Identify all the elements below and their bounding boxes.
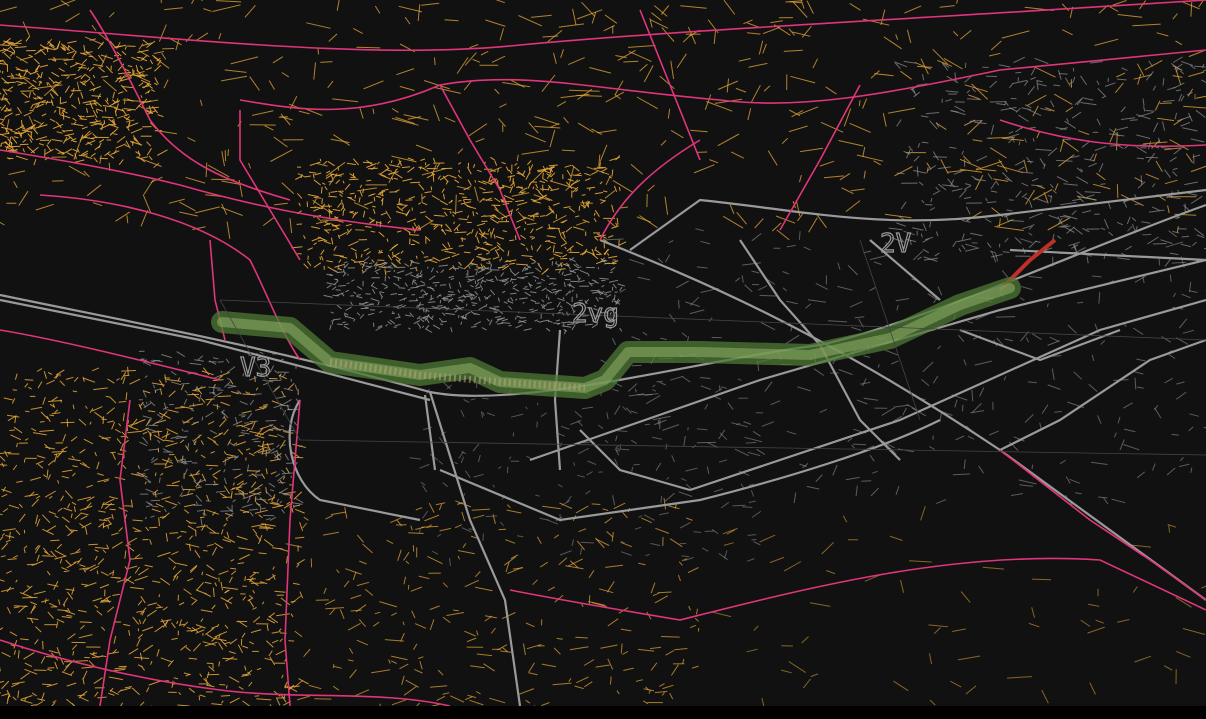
survey-label-right: 2V [880,229,911,259]
viewport-bottom-bar [0,706,1206,719]
survey-label-left: V3 [240,353,271,383]
survey-label-center: 2vg [572,299,619,329]
network-map-canvas[interactable]: 2vg 2V V3 [0,0,1206,706]
3d-map-viewport[interactable]: 2vg 2V V3 [0,0,1206,719]
